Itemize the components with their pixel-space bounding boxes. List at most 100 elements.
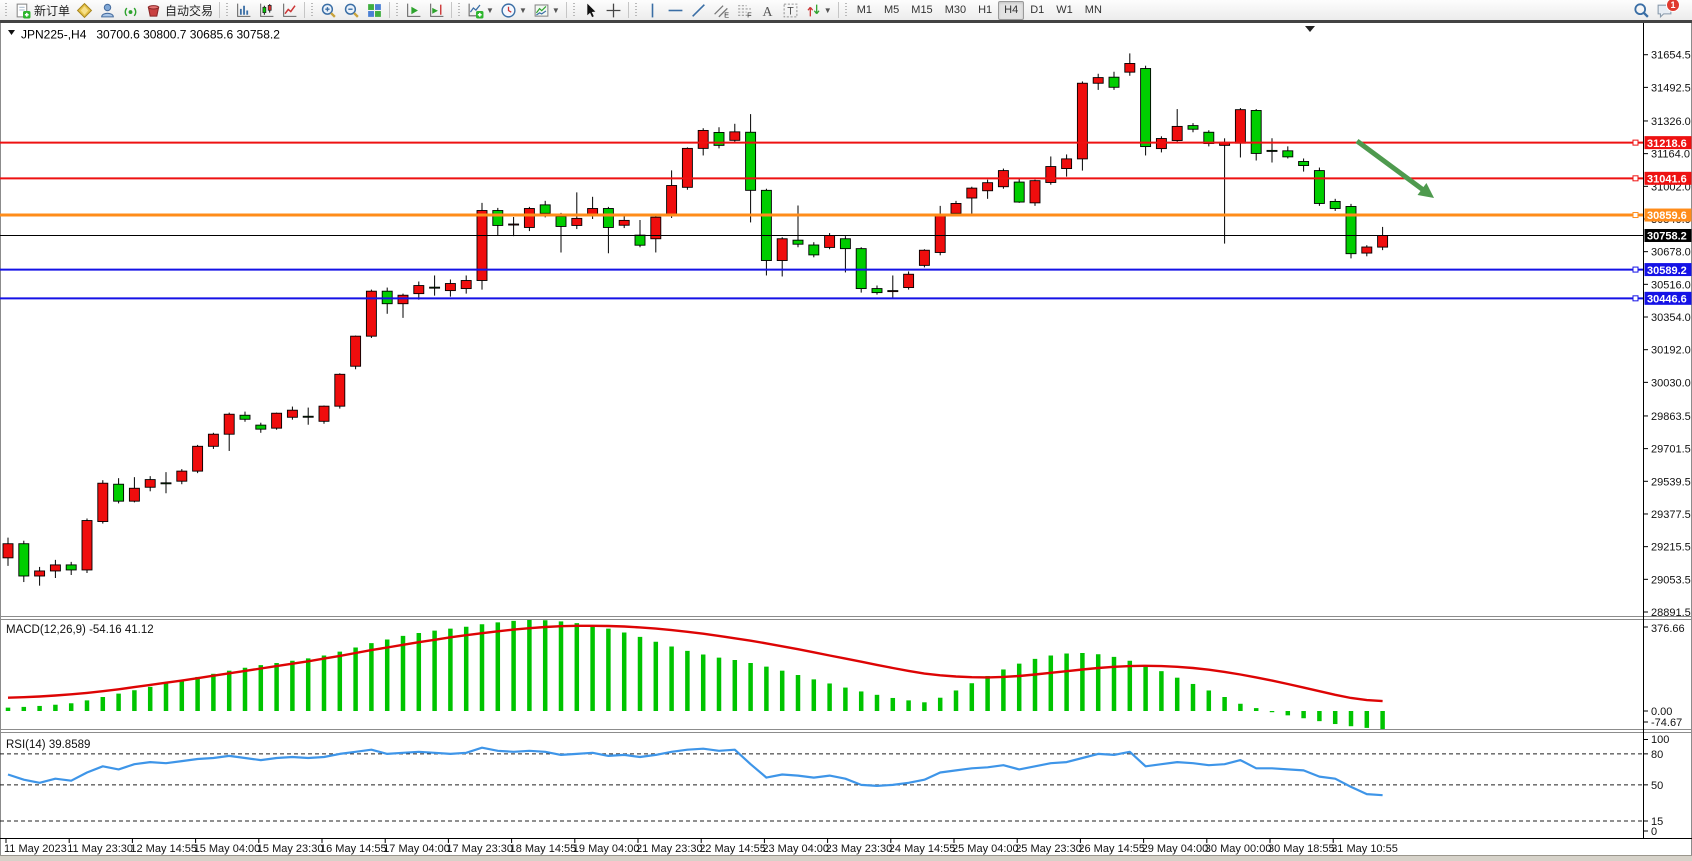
candle-body — [1030, 181, 1040, 203]
candle-body — [1014, 182, 1024, 202]
candlestick-chart-button[interactable] — [255, 0, 278, 20]
toolbar-separator — [838, 2, 839, 18]
autotrade-button[interactable]: 自动交易 — [142, 0, 216, 20]
vertical-line-icon — [644, 2, 661, 19]
toolbar-drag-handle[interactable] — [4, 3, 9, 18]
candle-body — [1330, 201, 1340, 208]
timeframe-button-m15[interactable]: M15 — [905, 1, 938, 20]
search-icon — [1633, 2, 1650, 19]
trendline-button[interactable] — [687, 0, 710, 20]
market-button[interactable] — [73, 0, 96, 20]
timeframe-button-d1[interactable]: D1 — [1024, 1, 1050, 20]
toolbar-drag-handle[interactable] — [634, 3, 639, 18]
candle-body — [730, 132, 740, 140]
new-order-button[interactable]: 新订单 — [11, 0, 73, 20]
notifications-button[interactable]: 1 — [1653, 0, 1690, 20]
candle-body — [524, 208, 534, 227]
vertical-line-button[interactable] — [641, 0, 664, 20]
svg-text:JPN225-,H430700.6 30800.7 3068: JPN225-,H430700.6 30800.7 30685.6 30758.… — [21, 28, 280, 42]
candle-body — [1251, 110, 1261, 153]
candle-body — [145, 480, 155, 488]
svg-text:31492.5: 31492.5 — [1651, 82, 1691, 94]
candle-body — [430, 287, 440, 288]
toolbar-drag-handle[interactable] — [572, 3, 577, 18]
timeframe-button-w1[interactable]: W1 — [1050, 1, 1079, 20]
toolbar-drag-handle[interactable] — [310, 3, 315, 18]
timeframe-button-m30[interactable]: M30 — [939, 1, 972, 20]
time-label: 12 May 14:55 — [130, 843, 197, 855]
timeframe-button-m5[interactable]: M5 — [878, 1, 905, 20]
fibonacci-icon: F — [736, 2, 753, 19]
text-label-button[interactable]: T — [779, 0, 802, 20]
time-label: 16 May 14:55 — [320, 843, 387, 855]
chart-title: JPN225-,H430700.6 30800.7 30685.6 30758.… — [8, 28, 280, 42]
text-label-icon: T — [782, 2, 799, 19]
text-button[interactable]: A — [756, 0, 779, 20]
horizontal-line-icon — [667, 2, 684, 19]
chart-shift-button[interactable] — [425, 0, 448, 20]
candle-body — [303, 416, 313, 417]
zoom-in-button[interactable] — [317, 0, 340, 20]
chart-window[interactable]: 31654.531492.531326.031164.031002.030840… — [0, 20, 1692, 855]
toolbar-drag-handle[interactable] — [395, 3, 400, 18]
search-button[interactable] — [1630, 0, 1653, 20]
svg-text:29377.5: 29377.5 — [1651, 509, 1691, 521]
svg-text:31654.5: 31654.5 — [1651, 50, 1691, 62]
svg-text:29701.5: 29701.5 — [1651, 444, 1691, 456]
crosshair-button[interactable] — [602, 0, 625, 20]
fibonacci-button[interactable]: F — [733, 0, 756, 20]
price-label: 31041.6 — [1647, 174, 1687, 186]
candle-body — [50, 565, 60, 571]
arrows-button[interactable]: ▼ — [802, 0, 835, 20]
toolbar-drag-handle[interactable] — [225, 3, 230, 18]
price-label: 30859.6 — [1647, 210, 1687, 222]
line-anchor — [1633, 213, 1638, 218]
candle-body — [967, 188, 977, 198]
svg-text:-74.67: -74.67 — [1651, 717, 1682, 729]
cursor-button[interactable] — [579, 0, 602, 20]
main-toolbar: 新订单自动交易▼▼▼EFAT▼M1M5M15M30H1H4D1W1MN1 — [0, 0, 1692, 20]
toolbar-drag-handle[interactable] — [457, 3, 462, 18]
tile-windows-button[interactable] — [363, 0, 386, 20]
candle-body — [98, 483, 108, 521]
signals-button[interactable] — [119, 0, 142, 20]
periods-button[interactable]: ▼ — [497, 0, 530, 20]
toolbar-drag-handle[interactable] — [844, 3, 849, 18]
zoom-out-button[interactable] — [340, 0, 363, 20]
candle-body — [177, 471, 187, 481]
time-label: 24 May 14:55 — [889, 843, 956, 855]
auto-scroll-button[interactable] — [402, 0, 425, 20]
time-label: 15 May 04:00 — [194, 843, 261, 855]
candle-body — [208, 434, 218, 446]
candle-body — [904, 274, 914, 287]
time-label: 19 May 04:00 — [573, 843, 640, 855]
crosshair-icon — [605, 2, 622, 19]
time-label: 25 May 23:30 — [1015, 843, 1082, 855]
candle-body — [287, 410, 297, 417]
templates-button[interactable]: ▼ — [530, 0, 563, 20]
candle-body — [761, 190, 771, 260]
line-chart-button[interactable] — [278, 0, 301, 20]
indicators-button[interactable]: ▼ — [464, 0, 497, 20]
text-icon: A — [759, 2, 776, 19]
line-anchor — [1633, 176, 1638, 181]
timeframe-button-m1[interactable]: M1 — [851, 1, 878, 20]
time-label: 17 May 04:00 — [383, 843, 450, 855]
templates-icon — [533, 2, 550, 19]
bar-chart-button[interactable] — [232, 0, 255, 20]
equidistant-channel-button[interactable]: E — [710, 0, 733, 20]
time-label: 11 May 23:30 — [67, 843, 133, 855]
community-button[interactable] — [96, 0, 119, 20]
candle-body — [414, 286, 424, 294]
candle-body — [840, 239, 850, 249]
time-label: 30 May 00:00 — [1205, 843, 1272, 855]
time-label: 31 May 10:55 — [1331, 843, 1398, 855]
timeframe-button-h1[interactable]: H1 — [972, 1, 998, 20]
timeframe-button-mn[interactable]: MN — [1079, 1, 1108, 20]
candle-body — [240, 415, 250, 419]
candle-body — [935, 215, 945, 252]
candle-body — [193, 446, 203, 471]
timeframe-button-h4[interactable]: H4 — [998, 1, 1024, 20]
bar-chart-icon — [235, 2, 252, 19]
horizontal-line-button[interactable] — [664, 0, 687, 20]
